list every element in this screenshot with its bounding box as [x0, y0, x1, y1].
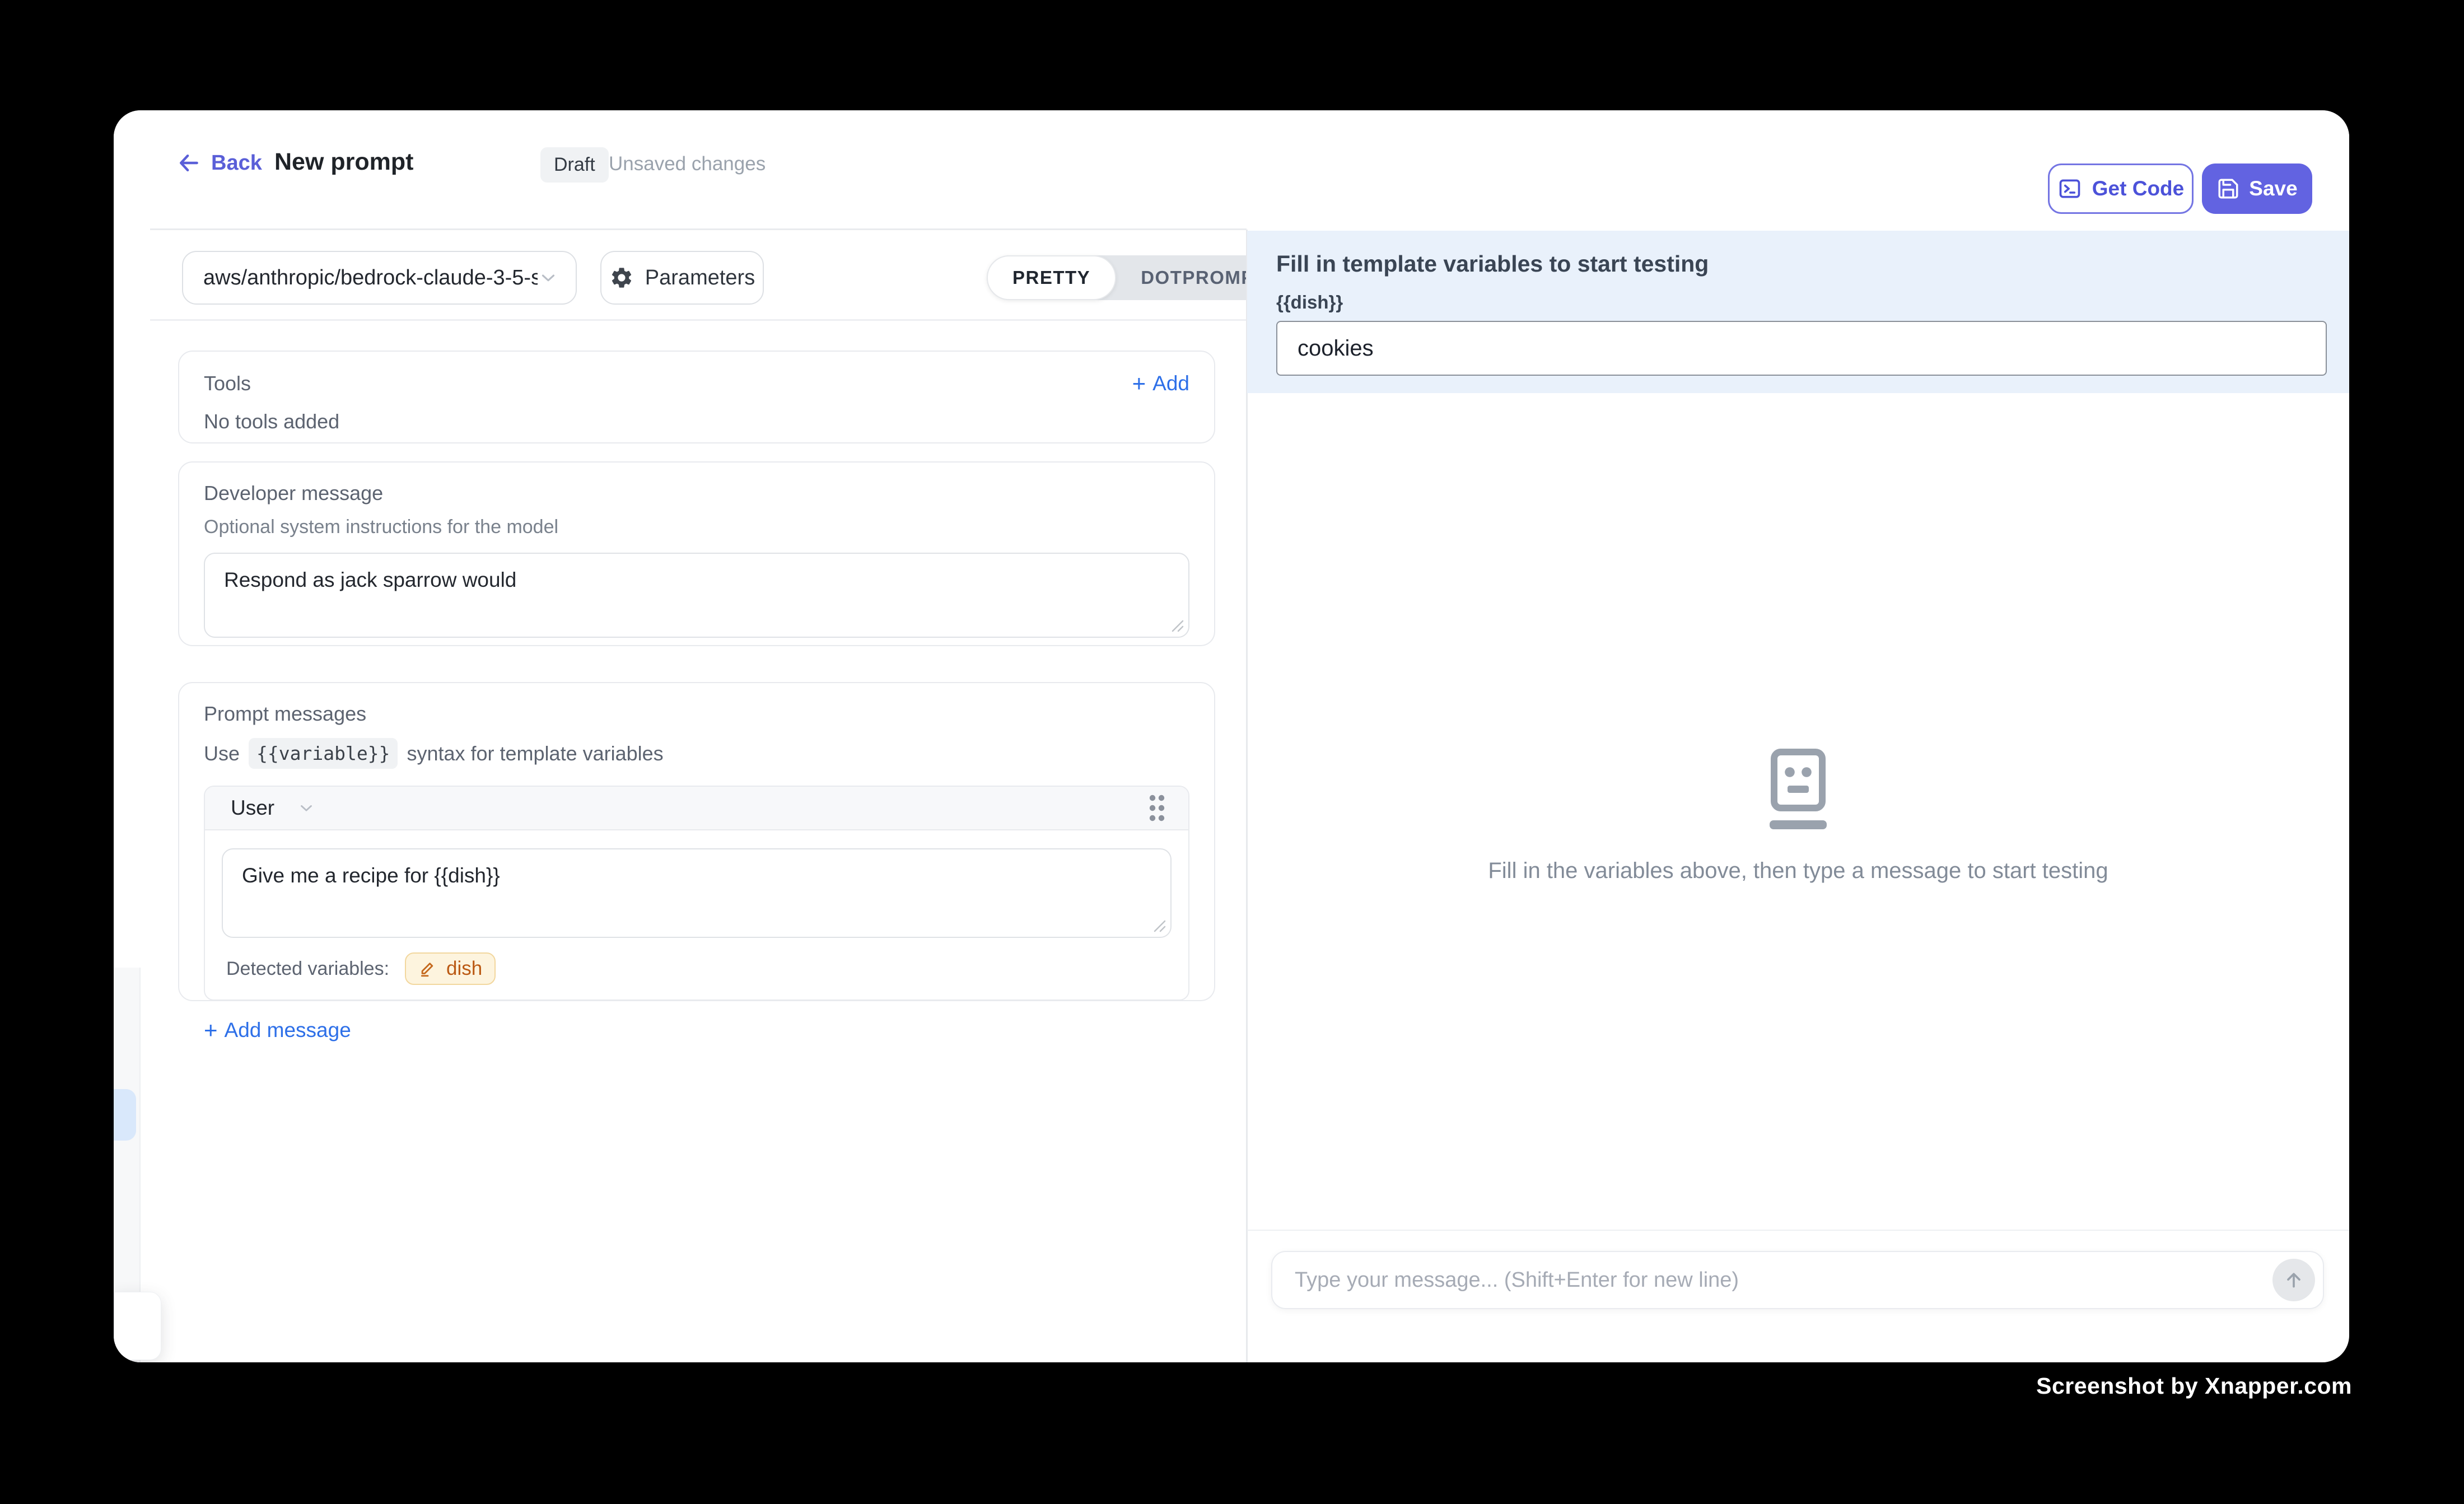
hint-prefix: Use — [204, 742, 240, 765]
chat-empty-text: Fill in the variables above, then type a… — [1247, 858, 2349, 884]
user-message-textarea[interactable]: Give me a recipe for {{dish}} — [222, 848, 1172, 938]
get-code-label: Get Code — [2092, 177, 2184, 200]
chat-message-input[interactable] — [1295, 1268, 2272, 1292]
arrow-left-icon — [176, 151, 201, 175]
get-code-button[interactable]: Get Code — [2048, 164, 2194, 214]
drag-handle-icon[interactable] — [1146, 792, 1168, 824]
variable-chip-label: dish — [446, 957, 482, 980]
template-syntax-hint: Use {{variable}} syntax for template var… — [204, 738, 1189, 769]
chevron-down-icon — [297, 798, 316, 818]
tools-empty-text: No tools added — [204, 410, 1189, 433]
add-tool-label: Add — [1152, 372, 1189, 395]
nav-highlight-fragment — [114, 1089, 136, 1141]
variable-value-input[interactable] — [1276, 321, 2327, 376]
variable-syntax-chip: {{variable}} — [249, 738, 398, 769]
role-selector[interactable]: User — [231, 796, 316, 820]
tools-card: Tools + Add No tools added — [178, 351, 1215, 443]
watermark-text: Screenshot by Xnapper.com — [2036, 1373, 2352, 1399]
chat-input-bar — [1271, 1251, 2324, 1309]
chevron-down-icon — [538, 267, 559, 288]
terminal-icon — [2057, 176, 2082, 201]
template-variables-panel: Fill in template variables to start test… — [1247, 231, 2349, 393]
developer-message-title: Developer message — [204, 482, 1189, 505]
header: Back New prompt Draft Unsaved changes Ge… — [114, 110, 2349, 230]
view-mode-toggle: PRETTY DOTPROMPT — [987, 255, 1291, 300]
detected-variables-row: Detected variables: dish — [222, 952, 1172, 985]
chat-input-divider — [1247, 1230, 2349, 1231]
role-value: User — [231, 796, 274, 820]
save-button[interactable]: Save — [2202, 164, 2312, 214]
developer-message-card: Developer message Optional system instru… — [178, 461, 1215, 646]
variables-panel-title: Fill in template variables to start test… — [1276, 251, 2320, 277]
parameters-label: Parameters — [645, 266, 755, 290]
screenshot-background: Back New prompt Draft Unsaved changes Ge… — [0, 0, 2464, 1504]
popover-fragment — [114, 1292, 161, 1360]
page-title: New prompt — [274, 148, 413, 176]
unsaved-changes-text: Unsaved changes — [609, 153, 766, 175]
robot-icon — [1247, 749, 2349, 832]
save-icon — [2216, 177, 2240, 200]
app-window: Back New prompt Draft Unsaved changes Ge… — [114, 110, 2349, 1362]
save-label: Save — [2249, 177, 2297, 200]
add-message-label: Add message — [225, 1019, 351, 1042]
message-header-row: User — [205, 787, 1188, 830]
back-button[interactable]: Back — [176, 151, 262, 175]
plus-icon: + — [204, 1019, 218, 1042]
edit-pencil-icon — [418, 959, 437, 978]
prompt-messages-card: Prompt messages Use {{variable}} syntax … — [178, 682, 1215, 1001]
model-selector[interactable]: aws/anthropic/bedrock-claude-3-5-s... — [182, 251, 577, 305]
add-message-button[interactable]: + Add message — [204, 1019, 1189, 1042]
detected-variables-label: Detected variables: — [226, 958, 389, 980]
developer-message-textarea[interactable]: Respond as jack sparrow would — [204, 553, 1189, 638]
tab-pretty[interactable]: PRETTY — [987, 255, 1116, 300]
gear-icon — [609, 265, 634, 290]
prompt-message-block: User Give me a recipe for {{dish}} — [204, 786, 1189, 1001]
chat-empty-state: Fill in the variables above, then type a… — [1247, 749, 2349, 884]
prompt-messages-title: Prompt messages — [204, 702, 1189, 726]
header-divider — [150, 228, 1247, 230]
back-label: Back — [211, 151, 262, 175]
toolbar-divider — [150, 319, 1247, 321]
variable-key-label: {{dish}} — [1276, 292, 2320, 313]
tools-card-title: Tools — [204, 372, 251, 395]
plus-icon: + — [1132, 372, 1146, 395]
developer-message-subtitle: Optional system instructions for the mod… — [204, 516, 1189, 538]
hint-suffix: syntax for template variables — [407, 742, 663, 765]
add-tool-button[interactable]: + Add — [1132, 372, 1189, 395]
status-badge: Draft — [540, 147, 609, 183]
variable-chip-dish[interactable]: dish — [405, 952, 496, 985]
send-button[interactable] — [2272, 1259, 2315, 1301]
model-selector-value: aws/anthropic/bedrock-claude-3-5-s... — [203, 266, 538, 290]
arrow-up-icon — [2283, 1269, 2305, 1291]
parameters-button[interactable]: Parameters — [600, 251, 764, 305]
